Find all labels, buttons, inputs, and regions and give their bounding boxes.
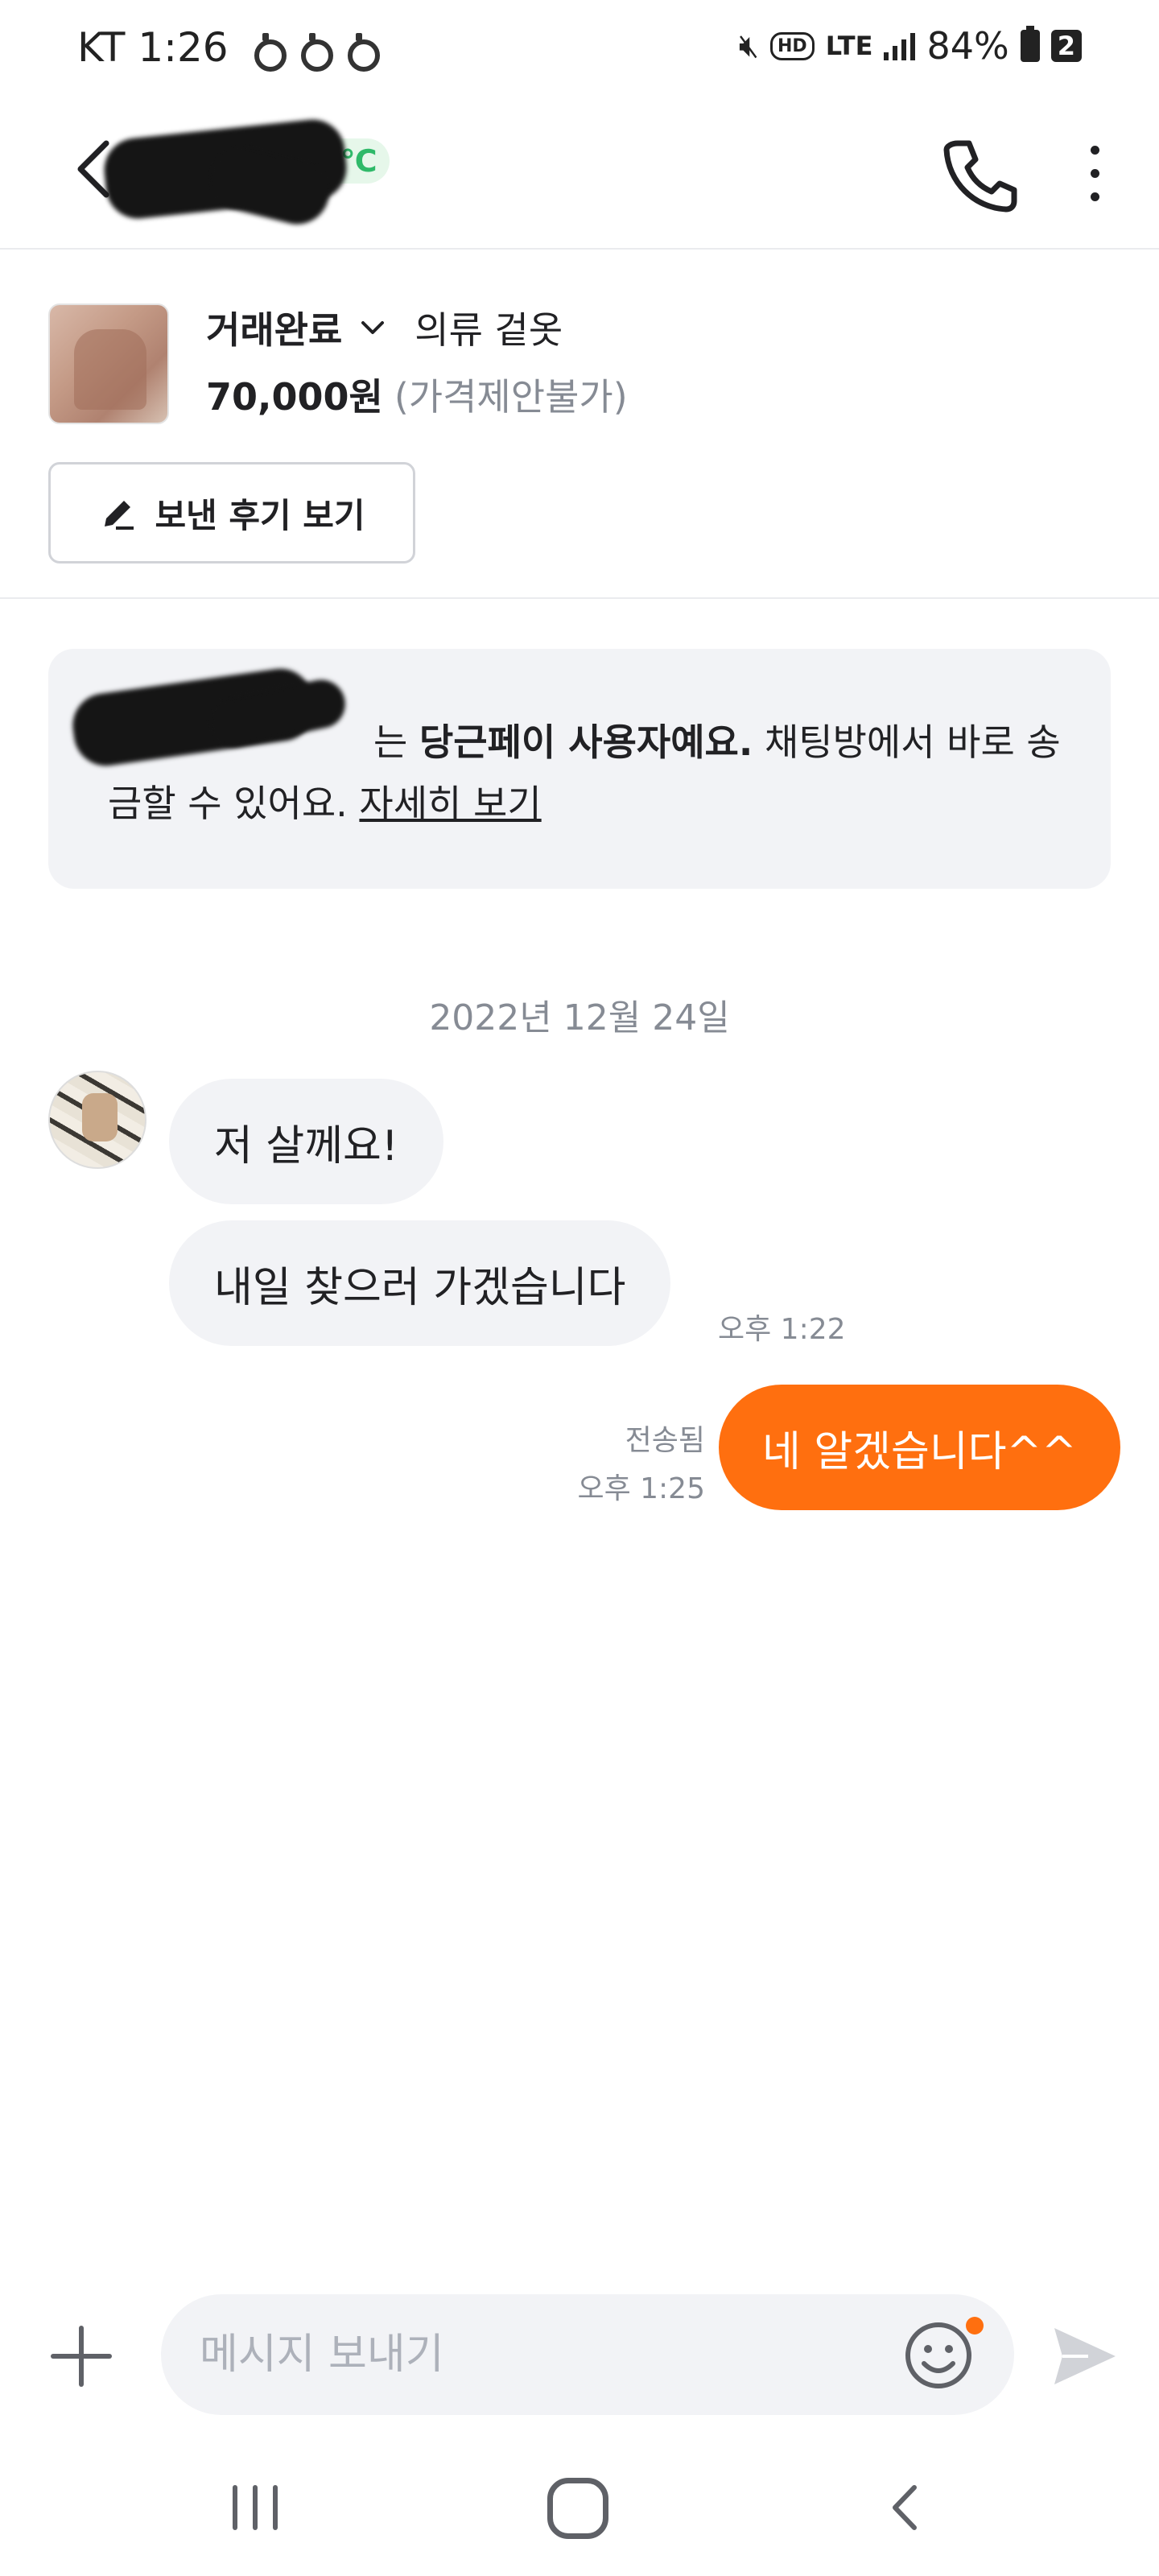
mute-icon: 🔇︎ [738, 27, 760, 64]
review-button-label: 보낸 후기 보기 [155, 495, 365, 535]
recents-icon[interactable] [227, 2479, 283, 2536]
avatar[interactable] [48, 1071, 146, 1169]
message-status: 전송됨 [625, 1424, 705, 1457]
notification-icon [344, 31, 380, 72]
chevron-down-icon[interactable] [357, 312, 389, 344]
product-summary: 거래완료 의류 겉옷 70,000원 (가격제안불가) 보낸 후기 보기 [0, 251, 1159, 599]
notice-bold: 당근페이 사용자예요. [419, 720, 753, 764]
status-bar: KT 1:26 🔇︎ HD LTE 84% 2 [0, 0, 1159, 97]
battery-icon [1020, 26, 1040, 62]
status-right: 🔇︎ HD LTE 84% 2 [739, 24, 1082, 68]
message-time: 오후 1:25 [577, 1472, 705, 1505]
more-vertical-icon [1090, 168, 1099, 178]
message-bubble-incoming[interactable]: 저 살께요! [169, 1079, 443, 1204]
product-thumbnail[interactable] [48, 303, 169, 424]
pay-notice-banner: 는 당근페이 사용자예요. 채팅방에서 바로 송금할 수 있어요. 자세히 보기 [48, 649, 1111, 889]
pencil-icon [105, 501, 134, 530]
message-field [161, 2294, 1014, 2415]
message-bubble-incoming[interactable]: 내일 찾으러 가겠습니다 [169, 1220, 671, 1346]
message-time: 오후 1:22 [718, 1313, 846, 1346]
plus-icon[interactable] [47, 2322, 116, 2391]
message-text: 저 살께요! [214, 1121, 398, 1170]
notification-icon [251, 31, 287, 72]
date-divider: 2022년 12월 24일 [429, 997, 730, 1038]
phone-icon [943, 140, 1017, 213]
system-nav-bar [0, 2447, 1159, 2576]
send-icon[interactable] [1048, 2320, 1120, 2392]
notification-icons [251, 31, 380, 72]
product-price: 70,000원 [206, 375, 383, 419]
new-badge-dot [966, 2317, 984, 2334]
chat-header: 5℃ [0, 97, 1159, 250]
hd-icon: HD [770, 31, 815, 60]
smiley-icon[interactable] [901, 2318, 975, 2392]
message-input[interactable] [200, 2294, 843, 2415]
message-bubble-outgoing[interactable]: 네 알겠습니다^^ [719, 1385, 1120, 1510]
product-title[interactable]: 의류 겉옷 [415, 301, 563, 354]
home-icon[interactable] [547, 2478, 608, 2539]
notice-particle: 는 [373, 720, 408, 764]
lte-icon: LTE [825, 31, 873, 61]
sim-badge: 2 [1050, 30, 1082, 62]
trade-status-dropdown[interactable]: 거래완료 [206, 301, 342, 354]
more-button[interactable] [1070, 129, 1119, 217]
product-status-row: 거래완료 의류 겉옷 [206, 301, 563, 354]
nav-back-icon[interactable] [877, 2479, 934, 2536]
carrier-time: KT 1:26 [77, 24, 229, 71]
message-meta: 전송됨 오후 1:25 [515, 1417, 705, 1513]
more-vertical-icon [1090, 145, 1099, 155]
signal-icon [884, 31, 916, 60]
message-text: 네 알겠습니다^^ [762, 1427, 1077, 1476]
battery-percent: 84% [926, 24, 1009, 68]
more-vertical-icon [1090, 192, 1099, 201]
message-input-bar [0, 2286, 1159, 2423]
view-sent-review-button[interactable]: 보낸 후기 보기 [48, 462, 415, 564]
notification-icon [298, 31, 333, 72]
call-button[interactable] [934, 129, 1022, 217]
price-note: (가격제안불가) [394, 375, 628, 419]
status-left: KT 1:26 [77, 24, 380, 72]
notice-details-link[interactable]: 자세히 보기 [359, 782, 541, 825]
message-text: 내일 찾으러 가겠습니다 [214, 1263, 626, 1312]
product-price-row: 70,000원 (가격제안불가) [206, 368, 628, 421]
